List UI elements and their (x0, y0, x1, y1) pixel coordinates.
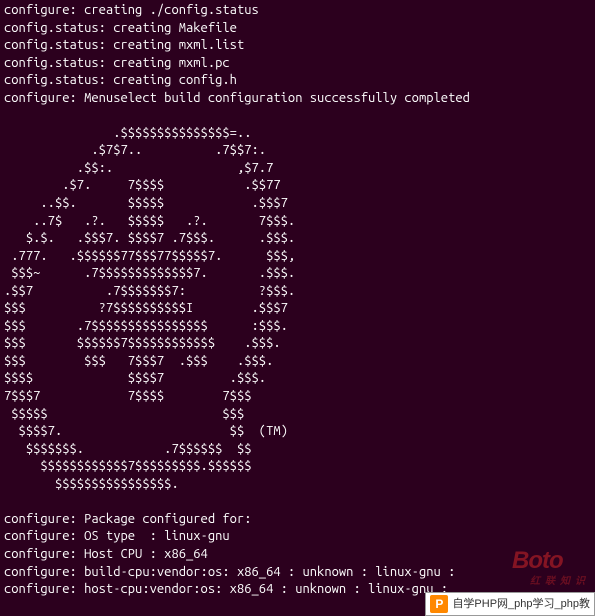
terminal-line: config.status: creating config.h (4, 72, 591, 90)
terminal-line: .$$:. ,$7.7 (4, 160, 591, 178)
terminal-line: configure: OS type : linux-gnu (4, 528, 591, 546)
terminal-line: ..7$ .?. $$$$$ .?. 7$$$. (4, 213, 591, 231)
terminal-line: $$$ .7$$$$$$$$$$$$$$$$ :$$$. (4, 318, 591, 336)
terminal-line: configure: Host CPU : x86_64 (4, 546, 591, 564)
terminal-line: $$$ $$$ 7$$$7 .$$$ .$$$. (4, 353, 591, 371)
terminal-line: $$$$$$$$$$$$$$$$. (4, 476, 591, 494)
terminal-line: .777. .$$$$$$77$$$77$$$$$7. $$$, (4, 248, 591, 266)
terminal-line: $$$ $$$$$$7$$$$$$$$$$$$ .$$$. (4, 335, 591, 353)
terminal-line: .$$7 .7$$$$$$$7: ?$$$. (4, 283, 591, 301)
php-icon: P (430, 595, 448, 613)
terminal-line: .$$$$$$$$$$$$$$$=.. (4, 125, 591, 143)
terminal-line: configure: build-cpu:vendor:os: x86_64 :… (4, 564, 591, 582)
terminal-line: $$$$7. $$ (TM) (4, 423, 591, 441)
terminal-output: configure: creating ./config.statusconfi… (4, 2, 591, 599)
terminal-line: $$$~ .7$$$$$$$$$$$$$7. .$$$. (4, 265, 591, 283)
watermark-text: Boto (512, 547, 563, 574)
terminal-line: $$$$$$$$$$$$7$$$$$$$$$.$$$$$$ (4, 458, 591, 476)
terminal-line (4, 107, 591, 125)
terminal-line: 7$$$7 7$$$$ 7$$$ (4, 388, 591, 406)
terminal-line: $$$$$$$. .7$$$$$$ $$ (4, 441, 591, 459)
terminal-line: $$$$$ $$$ (4, 406, 591, 424)
watermark-logo: Boto 红联知识 (512, 545, 590, 588)
terminal-line: config.status: creating mxml.list (4, 37, 591, 55)
footer-text: 自学PHP网_php学习_php教 (452, 597, 590, 612)
terminal-line: config.status: creating Makefile (4, 20, 591, 38)
terminal-line: configure: Menuselect build configuratio… (4, 90, 591, 108)
terminal-line: .$7. 7$$$$ .$$77 (4, 177, 591, 195)
terminal-line (4, 493, 591, 511)
terminal-line: $.$. .$$$7. $$$$7 .7$$$. .$$$. (4, 230, 591, 248)
watermark-subtext: 红联知识 (530, 575, 590, 589)
terminal-line: ..$$. $$$$$ .$$$7 (4, 195, 591, 213)
terminal-line: .$7$7.. .7$$7:. (4, 142, 591, 160)
terminal-line: config.status: creating mxml.pc (4, 55, 591, 73)
terminal-line: $$$$ $$$$7 .$$$. (4, 370, 591, 388)
footer-attribution-bar: P 自学PHP网_php学习_php教 (425, 592, 595, 616)
terminal-line: configure: Package configured for: (4, 511, 591, 529)
terminal-line: configure: creating ./config.status (4, 2, 591, 20)
terminal-line: $$$ ?7$$$$$$$$$$I .$$$7 (4, 300, 591, 318)
